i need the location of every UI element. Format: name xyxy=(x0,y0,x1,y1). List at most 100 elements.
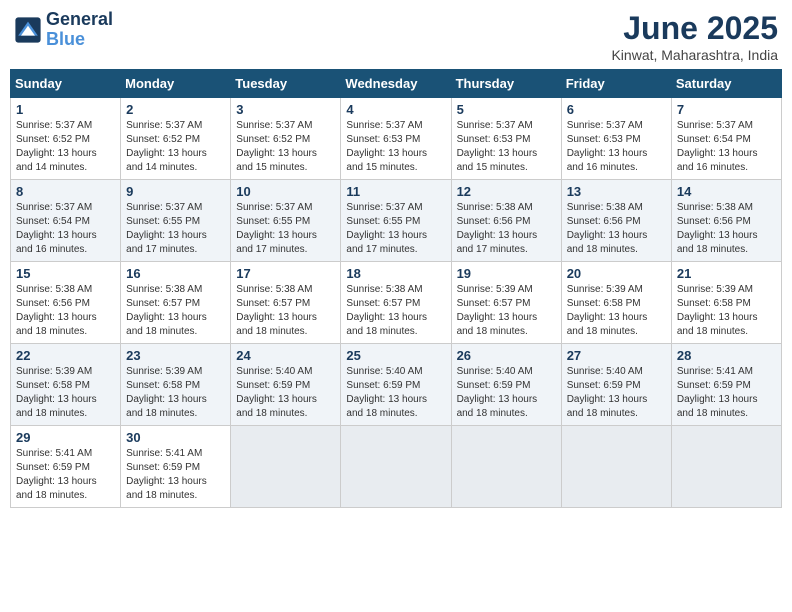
col-saturday: Saturday xyxy=(671,70,781,98)
calendar-cell: 9 Sunrise: 5:37 AM Sunset: 6:55 PM Dayli… xyxy=(121,180,231,262)
day-number: 15 xyxy=(16,266,115,281)
day-info: Sunrise: 5:37 AM Sunset: 6:52 PM Dayligh… xyxy=(126,119,225,175)
calendar-cell xyxy=(341,426,451,508)
calendar-cell: 13 Sunrise: 5:38 AM Sunset: 6:56 PM Dayl… xyxy=(561,180,671,262)
col-tuesday: Tuesday xyxy=(231,70,341,98)
day-number: 2 xyxy=(126,102,225,117)
calendar-cell: 5 Sunrise: 5:37 AM Sunset: 6:53 PM Dayli… xyxy=(451,98,561,180)
col-thursday: Thursday xyxy=(451,70,561,98)
day-info: Sunrise: 5:37 AM Sunset: 6:53 PM Dayligh… xyxy=(346,119,445,175)
calendar-cell: 20 Sunrise: 5:39 AM Sunset: 6:58 PM Dayl… xyxy=(561,262,671,344)
calendar-cell: 15 Sunrise: 5:38 AM Sunset: 6:56 PM Dayl… xyxy=(11,262,121,344)
day-info: Sunrise: 5:38 AM Sunset: 6:56 PM Dayligh… xyxy=(677,201,776,257)
day-number: 8 xyxy=(16,184,115,199)
calendar-cell: 17 Sunrise: 5:38 AM Sunset: 6:57 PM Dayl… xyxy=(231,262,341,344)
day-number: 4 xyxy=(346,102,445,117)
day-info: Sunrise: 5:38 AM Sunset: 6:56 PM Dayligh… xyxy=(567,201,666,257)
calendar-cell: 10 Sunrise: 5:37 AM Sunset: 6:55 PM Dayl… xyxy=(231,180,341,262)
day-number: 9 xyxy=(126,184,225,199)
calendar-header-row: Sunday Monday Tuesday Wednesday Thursday… xyxy=(11,70,782,98)
calendar-cell: 7 Sunrise: 5:37 AM Sunset: 6:54 PM Dayli… xyxy=(671,98,781,180)
day-info: Sunrise: 5:37 AM Sunset: 6:55 PM Dayligh… xyxy=(346,201,445,257)
day-number: 18 xyxy=(346,266,445,281)
day-info: Sunrise: 5:37 AM Sunset: 6:54 PM Dayligh… xyxy=(677,119,776,175)
calendar-cell: 3 Sunrise: 5:37 AM Sunset: 6:52 PM Dayli… xyxy=(231,98,341,180)
month-title: June 2025 xyxy=(611,10,778,47)
day-number: 29 xyxy=(16,430,115,445)
calendar-cell: 19 Sunrise: 5:39 AM Sunset: 6:57 PM Dayl… xyxy=(451,262,561,344)
day-number: 12 xyxy=(457,184,556,199)
day-number: 27 xyxy=(567,348,666,363)
day-number: 3 xyxy=(236,102,335,117)
calendar-cell xyxy=(561,426,671,508)
day-number: 19 xyxy=(457,266,556,281)
day-info: Sunrise: 5:40 AM Sunset: 6:59 PM Dayligh… xyxy=(567,365,666,421)
calendar-cell xyxy=(671,426,781,508)
day-info: Sunrise: 5:38 AM Sunset: 6:57 PM Dayligh… xyxy=(126,283,225,339)
day-info: Sunrise: 5:39 AM Sunset: 6:58 PM Dayligh… xyxy=(126,365,225,421)
day-number: 14 xyxy=(677,184,776,199)
calendar-cell: 27 Sunrise: 5:40 AM Sunset: 6:59 PM Dayl… xyxy=(561,344,671,426)
day-info: Sunrise: 5:37 AM Sunset: 6:55 PM Dayligh… xyxy=(236,201,335,257)
calendar-cell: 26 Sunrise: 5:40 AM Sunset: 6:59 PM Dayl… xyxy=(451,344,561,426)
day-info: Sunrise: 5:38 AM Sunset: 6:56 PM Dayligh… xyxy=(16,283,115,339)
logo: General Blue xyxy=(14,10,113,50)
day-info: Sunrise: 5:37 AM Sunset: 6:53 PM Dayligh… xyxy=(457,119,556,175)
col-friday: Friday xyxy=(561,70,671,98)
day-info: Sunrise: 5:41 AM Sunset: 6:59 PM Dayligh… xyxy=(16,447,115,503)
day-info: Sunrise: 5:39 AM Sunset: 6:58 PM Dayligh… xyxy=(16,365,115,421)
calendar-cell: 29 Sunrise: 5:41 AM Sunset: 6:59 PM Dayl… xyxy=(11,426,121,508)
day-number: 30 xyxy=(126,430,225,445)
day-info: Sunrise: 5:38 AM Sunset: 6:57 PM Dayligh… xyxy=(236,283,335,339)
calendar-cell: 24 Sunrise: 5:40 AM Sunset: 6:59 PM Dayl… xyxy=(231,344,341,426)
logo-icon xyxy=(14,16,42,44)
day-info: Sunrise: 5:38 AM Sunset: 6:57 PM Dayligh… xyxy=(346,283,445,339)
calendar-cell: 23 Sunrise: 5:39 AM Sunset: 6:58 PM Dayl… xyxy=(121,344,231,426)
calendar-cell: 28 Sunrise: 5:41 AM Sunset: 6:59 PM Dayl… xyxy=(671,344,781,426)
day-info: Sunrise: 5:38 AM Sunset: 6:56 PM Dayligh… xyxy=(457,201,556,257)
day-number: 20 xyxy=(567,266,666,281)
calendar-cell: 8 Sunrise: 5:37 AM Sunset: 6:54 PM Dayli… xyxy=(11,180,121,262)
day-number: 26 xyxy=(457,348,556,363)
calendar-cell: 12 Sunrise: 5:38 AM Sunset: 6:56 PM Dayl… xyxy=(451,180,561,262)
day-info: Sunrise: 5:40 AM Sunset: 6:59 PM Dayligh… xyxy=(346,365,445,421)
calendar-cell xyxy=(451,426,561,508)
header: General Blue June 2025 Kinwat, Maharasht… xyxy=(10,10,782,63)
day-info: Sunrise: 5:39 AM Sunset: 6:58 PM Dayligh… xyxy=(567,283,666,339)
day-number: 16 xyxy=(126,266,225,281)
day-number: 5 xyxy=(457,102,556,117)
day-number: 22 xyxy=(16,348,115,363)
day-info: Sunrise: 5:41 AM Sunset: 6:59 PM Dayligh… xyxy=(677,365,776,421)
day-info: Sunrise: 5:39 AM Sunset: 6:57 PM Dayligh… xyxy=(457,283,556,339)
col-sunday: Sunday xyxy=(11,70,121,98)
calendar-table: Sunday Monday Tuesday Wednesday Thursday… xyxy=(10,69,782,508)
day-number: 1 xyxy=(16,102,115,117)
calendar-cell: 30 Sunrise: 5:41 AM Sunset: 6:59 PM Dayl… xyxy=(121,426,231,508)
day-number: 21 xyxy=(677,266,776,281)
calendar-cell: 2 Sunrise: 5:37 AM Sunset: 6:52 PM Dayli… xyxy=(121,98,231,180)
calendar-cell: 1 Sunrise: 5:37 AM Sunset: 6:52 PM Dayli… xyxy=(11,98,121,180)
day-number: 11 xyxy=(346,184,445,199)
day-number: 28 xyxy=(677,348,776,363)
col-monday: Monday xyxy=(121,70,231,98)
calendar-row: 29 Sunrise: 5:41 AM Sunset: 6:59 PM Dayl… xyxy=(11,426,782,508)
day-number: 6 xyxy=(567,102,666,117)
calendar-cell: 22 Sunrise: 5:39 AM Sunset: 6:58 PM Dayl… xyxy=(11,344,121,426)
day-info: Sunrise: 5:37 AM Sunset: 6:54 PM Dayligh… xyxy=(16,201,115,257)
day-number: 7 xyxy=(677,102,776,117)
col-wednesday: Wednesday xyxy=(341,70,451,98)
day-info: Sunrise: 5:41 AM Sunset: 6:59 PM Dayligh… xyxy=(126,447,225,503)
day-info: Sunrise: 5:40 AM Sunset: 6:59 PM Dayligh… xyxy=(457,365,556,421)
day-info: Sunrise: 5:40 AM Sunset: 6:59 PM Dayligh… xyxy=(236,365,335,421)
calendar-cell: 4 Sunrise: 5:37 AM Sunset: 6:53 PM Dayli… xyxy=(341,98,451,180)
calendar-cell: 18 Sunrise: 5:38 AM Sunset: 6:57 PM Dayl… xyxy=(341,262,451,344)
calendar-cell xyxy=(231,426,341,508)
calendar-cell: 11 Sunrise: 5:37 AM Sunset: 6:55 PM Dayl… xyxy=(341,180,451,262)
logo-text: General Blue xyxy=(46,10,113,50)
calendar-cell: 14 Sunrise: 5:38 AM Sunset: 6:56 PM Dayl… xyxy=(671,180,781,262)
day-info: Sunrise: 5:37 AM Sunset: 6:52 PM Dayligh… xyxy=(16,119,115,175)
title-block: June 2025 Kinwat, Maharashtra, India xyxy=(611,10,778,63)
day-number: 17 xyxy=(236,266,335,281)
calendar-row: 8 Sunrise: 5:37 AM Sunset: 6:54 PM Dayli… xyxy=(11,180,782,262)
calendar-cell: 16 Sunrise: 5:38 AM Sunset: 6:57 PM Dayl… xyxy=(121,262,231,344)
